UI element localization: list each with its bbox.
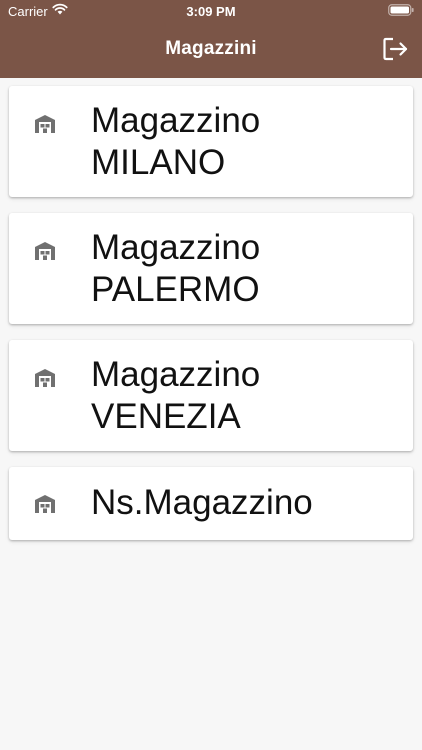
- warehouse-icon: [35, 369, 55, 387]
- warehouse-name-line2: PALERMO: [91, 270, 260, 309]
- warehouse-item-venezia[interactable]: Magazzino VENEZIA: [9, 340, 413, 451]
- top-app-bar: Carrier 3:09 PM Magazzini: [0, 0, 422, 78]
- warehouse-name: Ns.Magazzino: [91, 482, 405, 524]
- logout-icon[interactable]: [382, 36, 410, 62]
- warehouse-icon: [35, 115, 55, 133]
- warehouse-item-ns-magazzino[interactable]: Ns.Magazzino: [9, 467, 413, 540]
- warehouse-name: Magazzino VENEZIA: [91, 354, 405, 438]
- warehouse-name-line1: Ns.Magazzino: [91, 483, 313, 522]
- warehouse-item-milano[interactable]: Magazzino MILANO: [9, 86, 413, 197]
- warehouse-icon: [35, 495, 55, 513]
- status-time: 3:09 PM: [186, 4, 236, 19]
- warehouse-name-line2: VENEZIA: [91, 397, 241, 436]
- warehouse-name-line1: Magazzino: [91, 101, 261, 140]
- navigation-bar: Magazzini: [0, 22, 422, 78]
- warehouse-name: Magazzino MILANO: [91, 100, 405, 184]
- warehouse-list: Magazzino MILANO Magazzino PALERMO Magaz…: [9, 86, 413, 556]
- warehouse-name: Magazzino PALERMO: [91, 227, 405, 311]
- warehouse-item-palermo[interactable]: Magazzino PALERMO: [9, 213, 413, 324]
- page-title: Magazzini: [165, 38, 257, 59]
- warehouse-name-line1: Magazzino: [91, 355, 261, 394]
- battery-icon: [388, 4, 414, 16]
- status-bar: Carrier 3:09 PM: [0, 0, 422, 22]
- warehouse-icon: [35, 242, 55, 260]
- warehouse-name-line1: Magazzino: [91, 228, 261, 267]
- warehouse-name-line2: MILANO: [91, 143, 226, 182]
